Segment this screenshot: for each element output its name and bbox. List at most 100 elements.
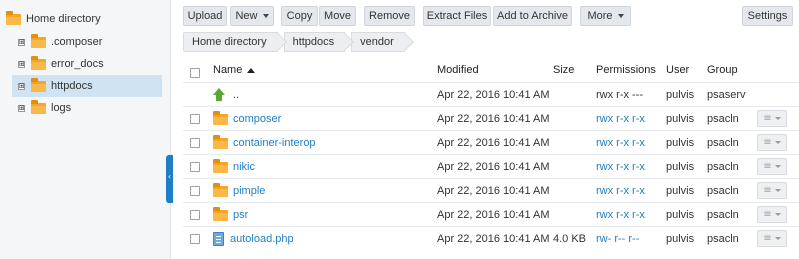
size-cell: 4.0 KB (553, 233, 587, 245)
sidebar-item-composer[interactable]: ⊞ .composer (0, 31, 170, 53)
add-archive-label: Add to Archive (497, 10, 568, 22)
row-menu-button[interactable]: ≡ (757, 206, 787, 223)
checkbox[interactable] (190, 138, 200, 148)
row-checkbox[interactable] (190, 227, 200, 251)
remove-button[interactable]: Remove (364, 6, 415, 26)
column-header-permissions[interactable]: Permissions (596, 60, 656, 80)
checkbox[interactable] (190, 210, 200, 220)
user-cell: pulvis (666, 185, 695, 197)
header-label: Size (553, 64, 575, 76)
folder-icon (213, 134, 228, 149)
name-cell[interactable]: nikic (213, 155, 255, 179)
row-menu-button[interactable]: ≡ (757, 182, 787, 199)
move-button[interactable]: Move (319, 6, 356, 26)
permissions-link[interactable]: rwx r-x r-x (596, 185, 645, 197)
checkbox[interactable] (190, 234, 200, 244)
permissions-link[interactable]: rwx r-x r-x (596, 161, 645, 173)
permissions-link[interactable]: rwx r-x r-x (596, 113, 645, 125)
more-button[interactable]: More (580, 6, 631, 26)
row-menu-button[interactable]: ≡ (757, 134, 787, 151)
more-label: More (587, 10, 613, 22)
permissions-link[interactable]: rw- r-- r-- (596, 233, 639, 245)
name-cell[interactable]: psr (213, 203, 248, 227)
permissions-link[interactable]: rwx r-x r-x (596, 137, 645, 149)
row-checkbox[interactable] (190, 203, 200, 227)
checkbox[interactable] (190, 114, 200, 124)
group-cell: psacln (707, 137, 739, 149)
user-cell: pulvis (666, 89, 695, 101)
user-cell: pulvis (666, 209, 695, 221)
permissions-cell[interactable]: rwx r-x r-x (596, 179, 645, 203)
upload-button[interactable]: Upload (183, 6, 227, 26)
hamburger-icon: ≡ (763, 233, 772, 244)
breadcrumb-home-directory[interactable]: Home directory (183, 32, 278, 52)
permissions-link[interactable]: rwx r-x r-x (596, 209, 645, 221)
row-checkbox[interactable] (190, 131, 200, 155)
name-cell[interactable]: autoload.php (213, 227, 294, 251)
table-row[interactable]: pimple Apr 22, 2016 10:41 AM rwx r-x r-x… (183, 178, 799, 202)
expand-icon[interactable]: ⊞ (18, 60, 25, 68)
group-cell: psacln (707, 113, 739, 125)
table-row[interactable]: nikic Apr 22, 2016 10:41 AM rwx r-x r-x … (183, 154, 799, 178)
header-label: User (666, 64, 690, 76)
breadcrumb-vendor[interactable]: vendor (351, 32, 405, 52)
settings-label: Settings (747, 10, 788, 22)
tree-root-home[interactable]: Home directory (6, 10, 101, 28)
column-header-user[interactable]: User (666, 60, 689, 80)
expand-icon[interactable]: ⊞ (18, 38, 25, 46)
table-row[interactable]: container-interop Apr 22, 2016 10:41 AM … (183, 130, 799, 154)
sidebar-item-logs[interactable]: ⊞ logs (0, 97, 170, 119)
permissions-cell[interactable]: rwx r-x r-x (596, 203, 645, 227)
sidebar-item-label: error_docs (51, 58, 104, 70)
checkbox[interactable] (190, 68, 200, 78)
row-checkbox[interactable] (190, 107, 200, 131)
table-row[interactable]: autoload.php Apr 22, 2016 10:41 AM 4.0 K… (183, 226, 799, 250)
sidebar-item-error-docs[interactable]: ⊞ error_docs (0, 53, 170, 75)
folder-icon (213, 110, 228, 125)
checkbox[interactable] (190, 162, 200, 172)
sidebar-collapse-handle[interactable]: ‹ (166, 155, 173, 203)
extract-files-button[interactable]: Extract Files (423, 6, 491, 26)
row-checkbox[interactable] (190, 155, 200, 179)
name-link[interactable]: container-interop (233, 137, 316, 149)
row-menu-button[interactable]: ≡ (757, 110, 787, 127)
table-row-parent[interactable]: .. Apr 22, 2016 10:41 AM rwx r-x --- pul… (183, 82, 799, 106)
upload-label: Upload (187, 10, 223, 22)
breadcrumb-httpdocs[interactable]: httpdocs (283, 32, 346, 52)
permissions-cell[interactable]: rwx r-x r-x (596, 131, 645, 155)
name-link[interactable]: psr (233, 209, 248, 221)
name-cell[interactable]: .. (213, 83, 239, 107)
row-menu-button[interactable]: ≡ (757, 230, 787, 247)
row-menu-button[interactable]: ≡ (757, 158, 787, 175)
sidebar-item-httpdocs[interactable]: ⊞ httpdocs (12, 75, 162, 97)
name-link[interactable]: nikic (233, 161, 255, 173)
permissions-cell[interactable]: rw- r-- r-- (596, 227, 639, 251)
copy-button[interactable]: Copy (281, 6, 318, 26)
permissions-cell[interactable]: rwx r-x r-x (596, 107, 645, 131)
table-row[interactable]: composer Apr 22, 2016 10:41 AM rwx r-x r… (183, 106, 799, 130)
add-to-archive-button[interactable]: Add to Archive (493, 6, 572, 26)
name-cell[interactable]: pimple (213, 179, 265, 203)
group-cell: psacln (707, 233, 739, 245)
column-header-size[interactable]: Size (553, 60, 574, 80)
row-checkbox[interactable] (190, 179, 200, 203)
permissions-cell[interactable]: rwx r-x r-x (596, 155, 645, 179)
column-header-modified[interactable]: Modified (437, 60, 479, 80)
new-button[interactable]: New (230, 6, 274, 26)
expand-icon[interactable]: ⊞ (18, 104, 25, 112)
select-all-checkbox[interactable] (190, 63, 200, 83)
name-link[interactable]: autoload.php (230, 233, 294, 245)
checkbox[interactable] (190, 186, 200, 196)
caret-down-icon (774, 189, 781, 192)
table-row[interactable]: psr Apr 22, 2016 10:41 AM rwx r-x r-x pu… (183, 202, 799, 226)
column-header-group[interactable]: Group (707, 60, 738, 80)
caret-down-icon (774, 117, 781, 120)
settings-button[interactable]: Settings (742, 6, 793, 26)
folder-icon (213, 182, 228, 197)
name-link[interactable]: pimple (233, 185, 265, 197)
expand-icon[interactable]: ⊞ (18, 82, 25, 90)
name-cell[interactable]: composer (213, 107, 281, 131)
column-header-name[interactable]: Name (213, 60, 256, 80)
name-link[interactable]: composer (233, 113, 281, 125)
name-cell[interactable]: container-interop (213, 131, 316, 155)
